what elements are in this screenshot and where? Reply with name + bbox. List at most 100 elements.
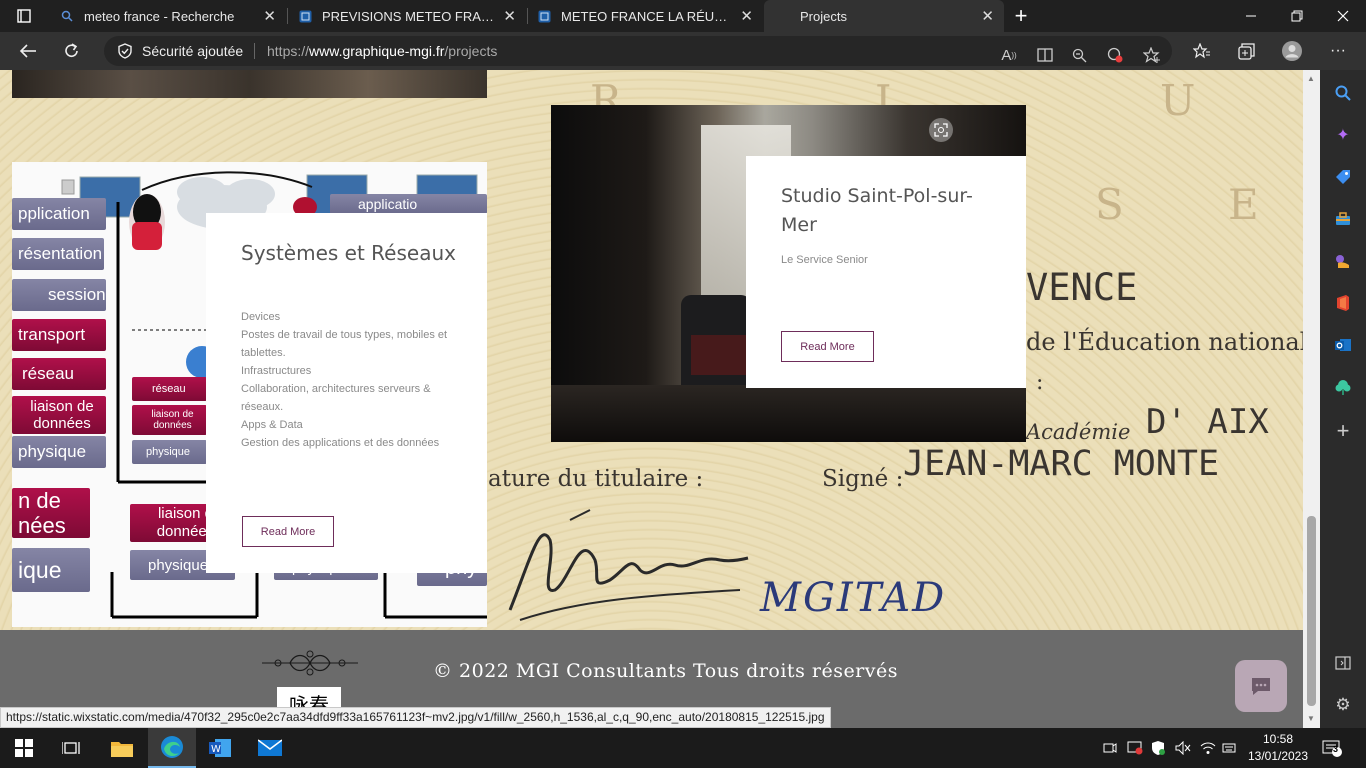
site-favicon-icon <box>298 9 312 23</box>
diploma-education: de l'Éducation nationale <box>1026 328 1303 356</box>
add-favorite-icon[interactable] <box>1136 40 1166 70</box>
close-tab-icon[interactable]: ✕ <box>981 7 994 25</box>
zoom-out-icon[interactable] <box>1064 40 1094 70</box>
security-label[interactable]: Sécurité ajoutée <box>142 43 243 59</box>
edge-sidebar: ✦ + ⚙ <box>1320 70 1366 728</box>
project-description: Devices Postes de travail de tous types,… <box>241 308 466 452</box>
site-favicon-icon <box>537 9 551 23</box>
close-tab-icon[interactable]: ✕ <box>740 7 753 25</box>
tab-bar: meteo france - Recherche ✕ PREVISIONS ME… <box>0 0 1366 32</box>
windows-taskbar: W 10:58 13/01/2023 3 <box>0 728 1366 768</box>
url-text[interactable]: https://www.graphique-mgi.fr/projects <box>267 43 497 59</box>
alert-tray-icon[interactable] <box>1127 728 1143 768</box>
close-tab-icon[interactable]: ✕ <box>503 7 516 25</box>
sidebar-toggle-icon[interactable] <box>1320 648 1366 678</box>
project-card-systemes: Systèmes et Réseaux Devices Postes de tr… <box>206 213 487 573</box>
word-icon[interactable]: W <box>196 728 244 768</box>
read-aloud-icon[interactable]: A)) <box>994 40 1024 70</box>
osi-layer-physique: physique <box>12 436 106 468</box>
expand-icon[interactable] <box>929 118 953 142</box>
tab-meteo-reunion[interactable]: METEO FRANCE LA RÉUNION par ✕ <box>527 0 763 32</box>
settings-gear-icon[interactable]: ⚙ <box>1320 690 1366 720</box>
diploma-rector: JEAN-MARC MONTE <box>903 444 1220 484</box>
close-tab-icon[interactable]: ✕ <box>263 7 276 25</box>
wifi-icon[interactable] <box>1200 728 1216 768</box>
scroll-down-icon[interactable]: ▼ <box>1307 714 1315 723</box>
games-icon[interactable] <box>1320 246 1366 276</box>
restore-icon[interactable] <box>1274 0 1320 32</box>
tab-title: meteo france - Recherche <box>84 8 235 24</box>
previous-project-image <box>12 70 487 98</box>
url-field[interactable]: Sécurité ajoutée https://www.graphique-m… <box>104 36 1172 66</box>
url-prefix: https:// <box>267 43 310 59</box>
more-options-icon[interactable]: ··· <box>1320 32 1356 70</box>
collections-icon[interactable] <box>1228 32 1264 70</box>
camera-tray-icon[interactable] <box>1103 728 1117 768</box>
ornament-logo <box>262 650 358 676</box>
top-right-layer: applicatio <box>330 194 487 214</box>
immersive-reader-icon[interactable] <box>1030 40 1060 70</box>
refresh-icon[interactable] <box>54 32 90 70</box>
mail-icon[interactable] <box>246 728 294 768</box>
minimize-icon[interactable] <box>1228 0 1274 32</box>
clock-date: 13/01/2023 <box>1247 749 1309 763</box>
outlook-icon[interactable] <box>1320 330 1366 360</box>
new-tab-button[interactable]: + <box>1000 0 1042 32</box>
search-icon[interactable] <box>1320 78 1366 108</box>
url-divider <box>254 43 255 59</box>
task-view-icon[interactable] <box>48 728 96 768</box>
project-title: Studio Saint-Pol-sur-Mer <box>781 185 973 236</box>
description-line: Devices <box>241 311 281 323</box>
scrollbar-thumb[interactable] <box>1307 516 1316 706</box>
tab-actions-icon[interactable] <box>4 0 44 32</box>
tab-meteo-recherche[interactable]: meteo france - Recherche ✕ <box>50 0 286 32</box>
sparkle-icon[interactable]: ✦ <box>1320 120 1366 150</box>
file-explorer-icon[interactable] <box>98 728 146 768</box>
close-window-icon[interactable] <box>1320 0 1366 32</box>
notifications-icon[interactable]: 3 <box>1322 728 1352 768</box>
search-icon <box>60 9 74 23</box>
tab-previsions-meteo[interactable]: PREVISIONS METEO FRANCE - Site ✕ <box>288 0 526 32</box>
shield-lock-icon[interactable] <box>118 43 132 62</box>
edge-browser-icon[interactable] <box>148 728 196 768</box>
project-subtitle: Le Service Senior <box>781 254 868 266</box>
office-icon[interactable] <box>1320 288 1366 318</box>
windows-start-icon[interactable] <box>0 728 48 768</box>
diploma-titulaire: ature du titulaire : <box>488 466 704 492</box>
diploma-province: VENCE <box>1026 266 1138 309</box>
add-sidebar-app-icon[interactable]: + <box>1320 416 1366 446</box>
osi-layer-session: session <box>12 279 106 311</box>
back-arrow-icon[interactable] <box>10 32 46 70</box>
keyboard-language-icon[interactable] <box>1222 728 1236 768</box>
url-domain: www.graphique-mgi.fr <box>309 43 445 59</box>
clock-time: 10:58 <box>1262 732 1294 746</box>
osi-layer-application: pplication <box>12 198 106 230</box>
taskbar-clock[interactable]: 10:58 13/01/2023 <box>1238 731 1318 765</box>
favorites-icon[interactable] <box>1184 32 1220 70</box>
read-more-button[interactable]: Read More <box>242 516 334 547</box>
page-scrollbar[interactable]: ▲ ▼ <box>1303 70 1320 728</box>
diploma-colon: : <box>1036 370 1044 395</box>
osi-layer-transport: transport <box>12 319 106 351</box>
tracking-prevention-icon[interactable] <box>1100 40 1130 70</box>
tab-projects[interactable]: Projects ✕ <box>764 0 1004 32</box>
description-line: Gestion des applications et des données <box>241 437 440 449</box>
description-line: Collaboration, architectures serveurs & … <box>241 383 431 413</box>
scroll-up-icon[interactable]: ▲ <box>1307 74 1315 83</box>
webpage-content: R L U S E VENCE de l'Éducation nationale… <box>0 70 1303 728</box>
handwritten-initials: MGITAD <box>760 575 947 621</box>
tab-title: METEO FRANCE LA RÉUNION par <box>561 8 732 24</box>
tools-icon[interactable] <box>1320 204 1366 234</box>
shopping-tag-icon[interactable] <box>1320 162 1366 192</box>
tree-icon[interactable] <box>1320 372 1366 402</box>
red-fabric <box>691 335 751 375</box>
profile-avatar-icon[interactable] <box>1274 32 1310 70</box>
notification-count: 3 <box>1333 744 1339 754</box>
read-more-button[interactable]: Read More <box>781 331 874 362</box>
defender-tray-icon[interactable] <box>1151 728 1165 768</box>
chat-button[interactable] <box>1235 660 1287 712</box>
volume-muted-icon[interactable] <box>1175 728 1191 768</box>
osi-layer-reseau: réseau <box>12 358 106 390</box>
description-line: Postes de travail de tous types, mobiles… <box>241 329 448 359</box>
svg-text:W: W <box>211 744 221 755</box>
